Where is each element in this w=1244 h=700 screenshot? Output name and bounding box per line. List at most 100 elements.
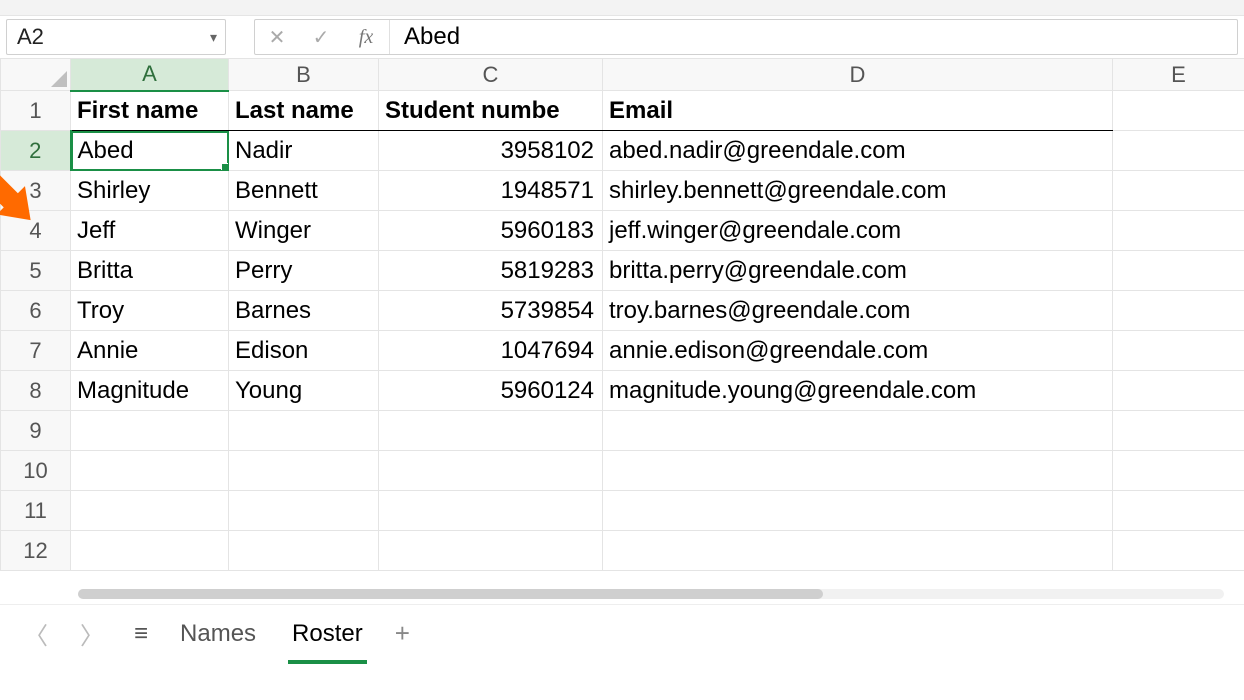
select-all-corner[interactable] (1, 59, 71, 91)
cell-B3[interactable]: Bennett (229, 171, 379, 211)
cell-D12[interactable] (603, 531, 1113, 571)
spreadsheet-grid[interactable]: A B C D E 1 First name Last name Student… (0, 58, 1244, 604)
cell-A7[interactable]: Annie (71, 331, 229, 371)
cell-E6[interactable] (1113, 291, 1244, 331)
cell-D5[interactable]: britta.perry@greendale.com (603, 251, 1113, 291)
row-header-5[interactable]: 5 (1, 251, 71, 291)
chevron-down-icon[interactable]: ▾ (210, 29, 217, 46)
cell-B12[interactable] (229, 531, 379, 571)
cell-C6[interactable]: 5739854 (379, 291, 603, 331)
cell-A12[interactable] (71, 531, 229, 571)
cell-D7[interactable]: annie.edison@greendale.com (603, 331, 1113, 371)
column-header-E[interactable]: E (1113, 59, 1244, 91)
cell-E3[interactable] (1113, 171, 1244, 211)
cell-B1[interactable]: Last name (229, 91, 379, 131)
row-header-1[interactable]: 1 (1, 91, 71, 131)
cell-E2[interactable] (1113, 131, 1244, 171)
cell-A8[interactable]: Magnitude (71, 371, 229, 411)
all-sheets-button[interactable]: ≡ (134, 620, 148, 648)
tab-label: Names (180, 620, 256, 647)
name-box[interactable]: A2 ▾ (6, 19, 226, 55)
cell-A11[interactable] (71, 491, 229, 531)
sheet-tab-bar: 〈 〉 ≡ Names Roster + (0, 604, 1244, 662)
cell-A2[interactable]: Abed (71, 131, 229, 171)
cell-D1[interactable]: Email (603, 91, 1113, 131)
cell-C8[interactable]: 5960124 (379, 371, 603, 411)
row-header-11[interactable]: 11 (1, 491, 71, 531)
accept-button[interactable]: ✓ (299, 20, 343, 54)
add-sheet-button[interactable]: + (395, 618, 410, 649)
cell-E4[interactable] (1113, 211, 1244, 251)
row-header-7[interactable]: 7 (1, 331, 71, 371)
cell-A5[interactable]: Britta (71, 251, 229, 291)
row-header-6[interactable]: 6 (1, 291, 71, 331)
cell-E12[interactable] (1113, 531, 1244, 571)
cell-C1[interactable]: Student numbe (379, 91, 603, 131)
cell-E7[interactable] (1113, 331, 1244, 371)
cell-D10[interactable] (603, 451, 1113, 491)
cell-B5[interactable]: Perry (229, 251, 379, 291)
next-sheet-button[interactable]: 〉 (78, 616, 106, 651)
table-row: 5 Britta Perry 5819283 britta.perry@gree… (1, 251, 1244, 291)
cell-B11[interactable] (229, 491, 379, 531)
cell-E8[interactable] (1113, 371, 1244, 411)
cell-B9[interactable] (229, 411, 379, 451)
cell-B7[interactable]: Edison (229, 331, 379, 371)
cell-A6[interactable]: Troy (71, 291, 229, 331)
cell-A3[interactable]: Shirley (71, 171, 229, 211)
cell-D9[interactable] (603, 411, 1113, 451)
cell-C2[interactable]: 3958102 (379, 131, 603, 171)
row-header-10[interactable]: 10 (1, 451, 71, 491)
cell-D4[interactable]: jeff.winger@greendale.com (603, 211, 1113, 251)
table-row: 10 (1, 451, 1244, 491)
cell-D2[interactable]: abed.nadir@greendale.com (603, 131, 1113, 171)
toolbar-strip (0, 0, 1244, 16)
cell-B8[interactable]: Young (229, 371, 379, 411)
tab-names[interactable]: Names (176, 612, 260, 656)
cell-B4[interactable]: Winger (229, 211, 379, 251)
row-header-9[interactable]: 9 (1, 411, 71, 451)
table-row: 11 (1, 491, 1244, 531)
cell-B10[interactable] (229, 451, 379, 491)
cell-A10[interactable] (71, 451, 229, 491)
cell-C4[interactable]: 5960183 (379, 211, 603, 251)
cell-C7[interactable]: 1047694 (379, 331, 603, 371)
cell-A9[interactable] (71, 411, 229, 451)
plus-icon: + (395, 618, 410, 648)
row-header-12[interactable]: 12 (1, 531, 71, 571)
cancel-button[interactable]: ✕ (255, 20, 299, 54)
cell-C3[interactable]: 1948571 (379, 171, 603, 211)
cell-E10[interactable] (1113, 451, 1244, 491)
column-header-B[interactable]: B (229, 59, 379, 91)
fx-icon[interactable]: fx (343, 26, 389, 49)
cell-A4[interactable]: Jeff (71, 211, 229, 251)
cell-C5[interactable]: 5819283 (379, 251, 603, 291)
scrollbar-thumb[interactable] (78, 589, 823, 599)
column-header-D[interactable]: D (603, 59, 1113, 91)
table-row: 3 Shirley Bennett 1948571 shirley.bennet… (1, 171, 1244, 211)
cell-C11[interactable] (379, 491, 603, 531)
cell-B6[interactable]: Barnes (229, 291, 379, 331)
cell-D11[interactable] (603, 491, 1113, 531)
formula-input[interactable]: Abed (390, 20, 1237, 54)
cell-A1[interactable]: First name (71, 91, 229, 131)
cell-D3[interactable]: shirley.bennett@greendale.com (603, 171, 1113, 211)
row-header-2[interactable]: 2 (1, 131, 71, 171)
cell-C10[interactable] (379, 451, 603, 491)
chevron-left-icon: 〈 (24, 623, 48, 650)
cell-C12[interactable] (379, 531, 603, 571)
cell-E5[interactable] (1113, 251, 1244, 291)
column-header-A[interactable]: A (71, 59, 229, 91)
cell-B2[interactable]: Nadir (229, 131, 379, 171)
row-header-8[interactable]: 8 (1, 371, 71, 411)
cell-D6[interactable]: troy.barnes@greendale.com (603, 291, 1113, 331)
tab-roster[interactable]: Roster (288, 612, 367, 656)
cell-D8[interactable]: magnitude.young@greendale.com (603, 371, 1113, 411)
cell-E9[interactable] (1113, 411, 1244, 451)
prev-sheet-button[interactable]: 〈 (22, 616, 50, 651)
cell-E11[interactable] (1113, 491, 1244, 531)
column-header-C[interactable]: C (379, 59, 603, 91)
cell-C9[interactable] (379, 411, 603, 451)
horizontal-scrollbar[interactable] (78, 586, 1224, 600)
cell-E1[interactable] (1113, 91, 1244, 131)
